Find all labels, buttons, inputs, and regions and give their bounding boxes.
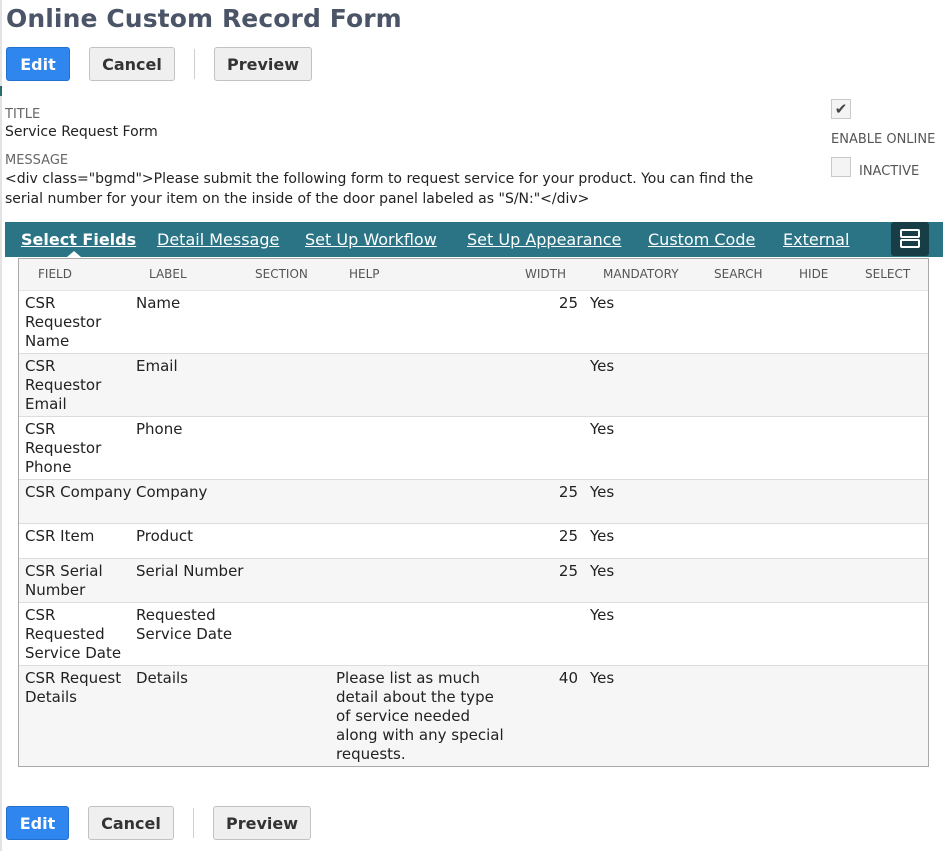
inactive-checkbox[interactable] [831,157,851,177]
layout-menu-button[interactable] [891,222,929,256]
cell-label: Serial Number [136,562,244,580]
table-row[interactable]: CSR Requestor Name Name 25 Yes [19,291,928,354]
message-label: MESSAGE [5,153,69,168]
column-header-section[interactable]: SECTION [255,259,308,290]
cell-label: Requested Service Date [136,606,233,643]
column-header-select[interactable]: SELECT [865,259,910,290]
tab-external[interactable]: External [783,222,849,257]
cell-help [336,480,506,483]
column-header-width[interactable]: WIDTH [525,259,566,290]
cell-help [336,354,506,357]
column-header-help[interactable]: HELP [349,259,380,290]
cell-width [519,603,578,606]
column-header-label[interactable]: LABEL [149,259,187,290]
cell-help [336,603,506,606]
layout-menu-icon [900,229,920,238]
inactive-label: INACTIVE [859,164,920,179]
edit-button[interactable]: Edit [6,47,70,81]
cell-help [336,559,506,562]
cell-mandatory: Yes [590,420,615,438]
cell-mandatory: Yes [590,357,615,375]
table-row[interactable]: CSR Serial Number Serial Number 25 Yes [19,559,928,603]
left-edge-rule [0,0,2,851]
cell-field: CSR Request Details [25,669,122,706]
cell-field: CSR Company [25,483,132,501]
message-value: <div class="bgmd">Please submit the foll… [5,171,754,207]
title-value: Service Request Form [5,124,158,140]
tab-set-up-appearance[interactable]: Set Up Appearance [467,222,621,257]
edit-button-bottom[interactable]: Edit [6,806,69,840]
cell-label: Company [136,483,208,501]
cell-width: 25 [558,294,578,312]
page-title: Online Custom Record Form [6,4,402,33]
enable-online-checkbox[interactable]: ✔ [831,99,851,119]
enable-online-label: ENABLE ONLINE [831,132,936,147]
cell-label: Phone [136,420,183,438]
cell-help [336,417,506,420]
cell-field: CSR Requestor Name [25,294,102,350]
tab-bar: Select Fields Detail Message Set Up Work… [5,222,943,257]
toolbar-divider [194,49,195,79]
column-header-mandatory[interactable]: MANDATORY [603,259,679,290]
cell-width: 40 [558,669,578,687]
cell-help: Please list as much detail about the typ… [336,669,504,763]
cell-mandatory: Yes [590,669,615,687]
table-header: FIELD LABEL SECTION HELP WIDTH MANDATORY… [19,259,928,291]
column-header-search[interactable]: SEARCH [714,259,763,290]
preview-button-bottom[interactable]: Preview [213,806,311,840]
bottom-toolbar: Edit Cancel Preview [6,806,311,840]
tab-set-up-workflow[interactable]: Set Up Workflow [305,222,437,257]
table-row[interactable]: CSR Requestor Phone Phone Yes [19,417,928,480]
preview-button[interactable]: Preview [214,47,312,81]
layout-menu-icon-lower [900,239,920,248]
fields-table: FIELD LABEL SECTION HELP WIDTH MANDATORY… [18,258,929,767]
left-edge-marker [0,86,2,96]
cell-help [336,291,506,294]
cell-label: Email [136,357,178,375]
cell-mandatory: Yes [590,294,615,312]
cell-field: CSR Serial Number [25,562,103,599]
column-header-field[interactable]: FIELD [38,259,72,290]
cell-width [519,354,578,357]
cell-help [336,524,506,527]
cell-mandatory: Yes [590,527,615,545]
cell-field: CSR Requested Service Date [25,606,122,662]
cell-field: CSR Requestor Email [25,357,102,413]
table-row[interactable]: CSR Request Details Details Please list … [19,666,928,766]
title-label: TITLE [5,107,41,122]
cancel-button-bottom[interactable]: Cancel [88,806,174,840]
cell-label: Name [136,294,181,312]
tab-detail-message[interactable]: Detail Message [157,222,279,257]
cell-mandatory: Yes [590,483,615,501]
table-row[interactable]: CSR Requestor Email Email Yes [19,354,928,417]
cell-width: 25 [558,483,578,501]
cell-mandatory: Yes [590,562,615,580]
cell-label: Details [136,669,189,687]
cell-mandatory: Yes [590,606,615,624]
table-row[interactable]: CSR Requested Service Date Requested Ser… [19,603,928,666]
table-row[interactable]: CSR Company Company 25 Yes [19,480,928,524]
cell-width: 25 [558,562,578,580]
tab-custom-code[interactable]: Custom Code [648,222,755,257]
cell-width: 25 [558,527,578,545]
cell-field: CSR Item [25,527,95,545]
active-tab-indicator [67,251,81,257]
top-toolbar: Edit Cancel Preview [6,47,312,81]
cell-field: CSR Requestor Phone [25,420,102,476]
cell-label: Product [136,527,193,545]
toolbar-divider-bottom [193,808,194,838]
checkmark-icon: ✔ [834,100,848,118]
cancel-button[interactable]: Cancel [89,47,175,81]
cell-width [519,417,578,420]
table-row[interactable]: CSR Item Product 25 Yes [19,524,928,559]
column-header-hide[interactable]: HIDE [799,259,828,290]
